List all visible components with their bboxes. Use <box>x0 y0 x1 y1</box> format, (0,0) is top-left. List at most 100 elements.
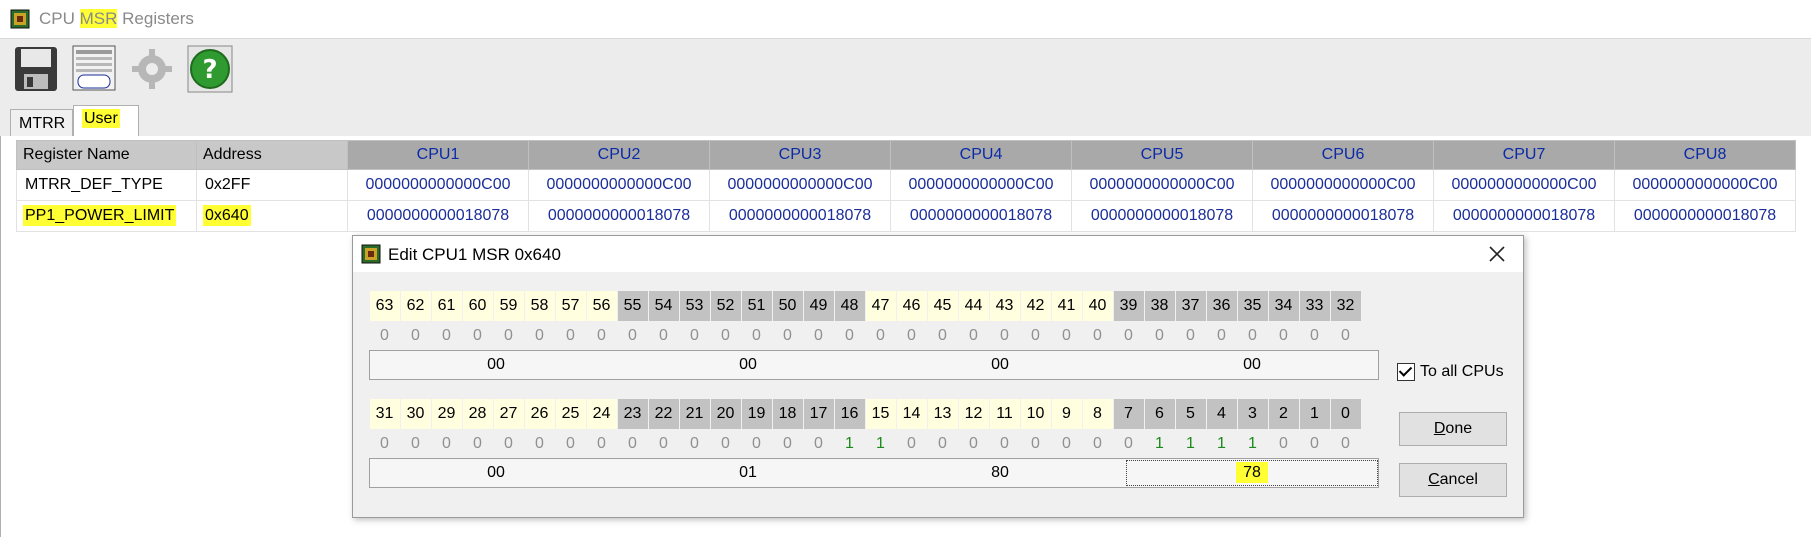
bit-value-toggle[interactable]: 0 <box>1144 322 1175 350</box>
bit-value-toggle[interactable]: 0 <box>493 322 524 350</box>
bit-value-toggle[interactable]: 0 <box>679 322 710 350</box>
checkbox-checked-icon[interactable] <box>1397 363 1415 381</box>
header-cpu5[interactable]: CPU5 <box>1071 140 1253 170</box>
register-name-cell[interactable]: PP1_POWER_LIMIT <box>16 200 197 232</box>
header-cpu4[interactable]: CPU4 <box>890 140 1072 170</box>
header-cpu3[interactable]: CPU3 <box>709 140 891 170</box>
bit-value-toggle[interactable]: 0 <box>369 430 400 458</box>
bit-value-toggle[interactable]: 0 <box>617 322 648 350</box>
byte-value[interactable]: 00 <box>1126 351 1378 379</box>
register-address-cell[interactable]: 0x2FF <box>196 169 348 201</box>
bit-value-toggle[interactable]: 0 <box>400 322 431 350</box>
cpu7-value-cell[interactable]: 0000000000000C00 <box>1433 169 1615 201</box>
bit-value-toggle[interactable]: 0 <box>958 430 989 458</box>
bit-value-toggle[interactable]: 0 <box>927 322 958 350</box>
bit-value-toggle[interactable]: 0 <box>1020 322 1051 350</box>
bit-value-toggle[interactable]: 0 <box>1082 322 1113 350</box>
bit-value-toggle[interactable]: 0 <box>1051 322 1082 350</box>
bit-value-toggle[interactable]: 0 <box>1206 322 1237 350</box>
bit-value-toggle[interactable]: 0 <box>865 322 896 350</box>
bit-value-toggle[interactable]: 0 <box>1268 430 1299 458</box>
bit-value-toggle[interactable]: 0 <box>989 430 1020 458</box>
bit-value-toggle[interactable]: 1 <box>865 430 896 458</box>
done-button[interactable]: Done <box>1399 412 1507 446</box>
header-cpu2[interactable]: CPU2 <box>528 140 710 170</box>
cpu4-value-cell[interactable]: 0000000000000C00 <box>890 169 1072 201</box>
bit-value-toggle[interactable]: 0 <box>431 430 462 458</box>
bit-value-toggle[interactable]: 0 <box>1051 430 1082 458</box>
bit-value-toggle[interactable]: 0 <box>555 322 586 350</box>
bit-value-toggle[interactable]: 0 <box>1330 322 1361 350</box>
header-cpu6[interactable]: CPU6 <box>1252 140 1434 170</box>
settings-button[interactable] <box>128 44 176 94</box>
bit-value-toggle[interactable]: 0 <box>648 322 679 350</box>
bit-value-toggle[interactable]: 1 <box>834 430 865 458</box>
byte-value[interactable]: 00 <box>622 351 874 379</box>
register-address-cell[interactable]: 0x640 <box>196 200 348 232</box>
byte-value[interactable]: 80 <box>874 459 1126 487</box>
bit-value-toggle[interactable]: 0 <box>834 322 865 350</box>
cpu6-value-cell[interactable]: 0000000000018078 <box>1252 200 1434 232</box>
cpu6-value-cell[interactable]: 0000000000000C00 <box>1252 169 1434 201</box>
user-registers-button[interactable] <box>70 44 118 94</box>
bit-value-toggle[interactable]: 0 <box>896 322 927 350</box>
bit-value-toggle[interactable]: 0 <box>524 430 555 458</box>
bit-value-toggle[interactable]: 0 <box>741 430 772 458</box>
tab-mtrr[interactable]: MTRR <box>10 109 73 137</box>
bit-value-toggle[interactable]: 0 <box>710 430 741 458</box>
bit-value-toggle[interactable]: 0 <box>772 322 803 350</box>
bit-value-toggle[interactable]: 0 <box>1330 430 1361 458</box>
bit-value-toggle[interactable]: 0 <box>369 322 400 350</box>
bit-value-toggle[interactable]: 0 <box>1113 322 1144 350</box>
bit-value-toggle[interactable]: 0 <box>1268 322 1299 350</box>
bit-value-toggle[interactable]: 0 <box>803 322 834 350</box>
header-cpu7[interactable]: CPU7 <box>1433 140 1615 170</box>
table-row[interactable]: PP1_POWER_LIMIT 0x640 0000000000018078 0… <box>16 200 1796 232</box>
cpu3-value-cell[interactable]: 0000000000000C00 <box>709 169 891 201</box>
byte-value-focused[interactable]: 78 <box>1126 460 1378 486</box>
byte-value[interactable]: 00 <box>874 351 1126 379</box>
bit-value-toggle[interactable]: 1 <box>1144 430 1175 458</box>
cpu2-value-cell[interactable]: 0000000000018078 <box>528 200 710 232</box>
cpu4-value-cell[interactable]: 0000000000018078 <box>890 200 1072 232</box>
bit-value-toggle[interactable]: 1 <box>1175 430 1206 458</box>
bit-value-toggle[interactable]: 0 <box>555 430 586 458</box>
byte-value[interactable]: 01 <box>622 459 874 487</box>
bit-value-toggle[interactable]: 0 <box>1299 430 1330 458</box>
header-cpu1[interactable]: CPU1 <box>347 140 529 170</box>
bit-value-toggle[interactable]: 1 <box>1237 430 1268 458</box>
bit-value-toggle[interactable]: 0 <box>741 322 772 350</box>
cpu7-value-cell[interactable]: 0000000000018078 <box>1433 200 1615 232</box>
bit-value-toggle[interactable]: 0 <box>1237 322 1268 350</box>
register-name-cell[interactable]: MTRR_DEF_TYPE <box>16 169 197 201</box>
bit-value-toggle[interactable]: 0 <box>772 430 803 458</box>
cpu1-value-cell[interactable]: 0000000000000C00 <box>347 169 529 201</box>
cpu5-value-cell[interactable]: 0000000000018078 <box>1071 200 1253 232</box>
byte-value[interactable]: 00 <box>370 459 622 487</box>
bit-value-toggle[interactable]: 0 <box>617 430 648 458</box>
header-address[interactable]: Address <box>196 140 348 170</box>
bit-value-toggle[interactable]: 0 <box>989 322 1020 350</box>
bit-value-toggle[interactable]: 0 <box>1299 322 1330 350</box>
byte-value[interactable]: 00 <box>370 351 622 379</box>
bit-value-toggle[interactable]: 0 <box>679 430 710 458</box>
bit-value-toggle[interactable]: 0 <box>1113 430 1144 458</box>
cancel-button[interactable]: Cancel <box>1399 463 1507 497</box>
bit-value-toggle[interactable]: 0 <box>648 430 679 458</box>
bit-value-toggle[interactable]: 0 <box>1175 322 1206 350</box>
close-icon[interactable] <box>1485 242 1509 266</box>
bit-value-toggle[interactable]: 0 <box>431 322 462 350</box>
header-cpu8[interactable]: CPU8 <box>1614 140 1796 170</box>
bit-value-toggle[interactable]: 0 <box>400 430 431 458</box>
header-register-name[interactable]: Register Name <box>16 140 197 170</box>
bit-value-toggle[interactable]: 0 <box>586 322 617 350</box>
bit-value-toggle[interactable]: 0 <box>524 322 555 350</box>
cpu2-value-cell[interactable]: 0000000000000C00 <box>528 169 710 201</box>
bit-value-toggle[interactable]: 0 <box>493 430 524 458</box>
cpu3-value-cell[interactable]: 0000000000018078 <box>709 200 891 232</box>
to-all-cpus-checkbox[interactable]: To all CPUs <box>1397 360 1504 384</box>
bit-value-toggle[interactable]: 1 <box>1206 430 1237 458</box>
bit-value-toggle[interactable]: 0 <box>710 322 741 350</box>
bit-value-toggle[interactable]: 0 <box>462 430 493 458</box>
bit-value-toggle[interactable]: 0 <box>803 430 834 458</box>
